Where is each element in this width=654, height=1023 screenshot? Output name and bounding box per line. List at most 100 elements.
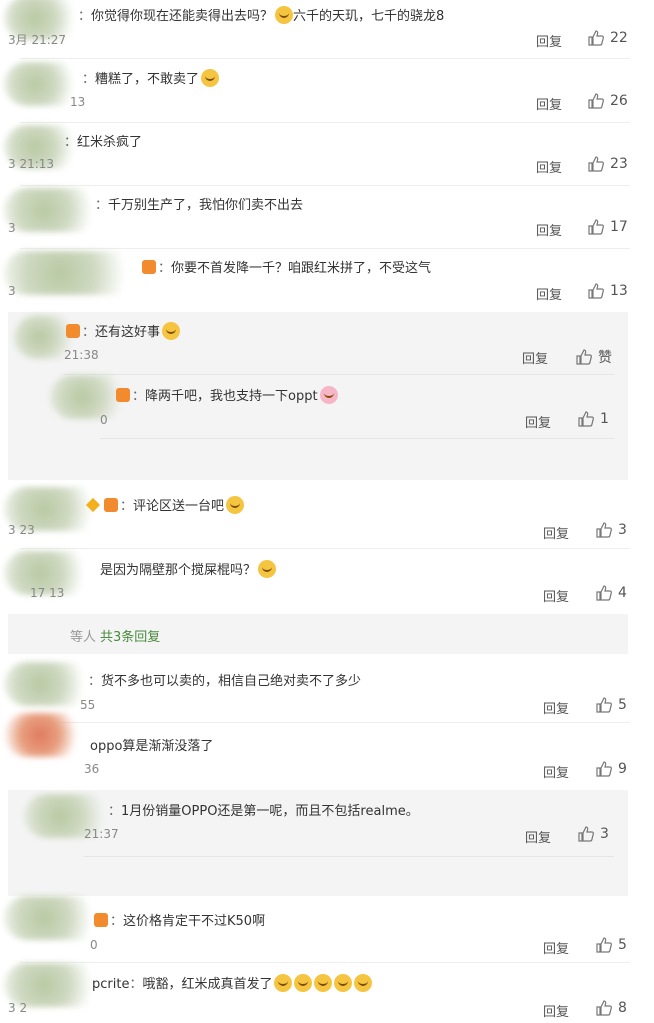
- reply-button[interactable]: 回复: [543, 586, 569, 605]
- thumbs-up-icon: [596, 1000, 612, 1016]
- like-count: 5: [618, 697, 627, 713]
- vip-badge-icon: [66, 324, 80, 338]
- reply-button[interactable]: 回复: [522, 348, 548, 367]
- emoji-face-icon: [294, 974, 313, 992]
- comment-item: 是因为隔壁那个搅屎棍吗？ 17 13 回复 4: [0, 549, 654, 611]
- emoji-face-icon: [274, 974, 293, 992]
- reply-button[interactable]: 回复: [543, 698, 569, 717]
- comment-item: ：评论区送一台吧 3 23 回复 3: [0, 485, 654, 547]
- timestamp: 3: [8, 221, 16, 235]
- like-button[interactable]: 26: [588, 93, 628, 109]
- emoji-face-icon: [314, 974, 333, 992]
- like-button[interactable]: 9: [596, 761, 627, 777]
- like-button[interactable]: 3: [596, 522, 627, 538]
- divider: [84, 856, 614, 857]
- reply-button[interactable]: 回复: [536, 220, 562, 239]
- emoji-face-icon: [319, 386, 338, 404]
- reply-button[interactable]: 回复: [536, 31, 562, 50]
- comment-item: ：你要不首发降一千？咱跟红米拼了，不受这气 3 回复 13: [0, 249, 654, 312]
- timestamp: 55: [80, 698, 96, 712]
- comment-text: 是因为隔壁那个搅屎棍吗？: [100, 559, 277, 578]
- like-count: 8: [618, 1000, 627, 1016]
- timestamp: 0: [90, 938, 98, 952]
- like-count: 赞: [598, 350, 612, 366]
- vip-badge-icon: [104, 498, 118, 512]
- comment-item: ：你觉得你现在还能卖得出去吗？ 六千的天玑，七千的骁龙8 3月 21:27 回复 …: [0, 0, 654, 60]
- avatar[interactable]: [4, 713, 84, 757]
- comment-text: oppo算是渐渐没落了: [90, 739, 214, 754]
- comment-text: ：降两千吧，我也支持一下oppt: [114, 385, 338, 404]
- reply-button[interactable]: 回复: [543, 762, 569, 781]
- comment-text: ：货不多也可以卖的，相信自己绝对卖不了多少: [88, 674, 362, 689]
- timestamp: 3月 21:27: [8, 33, 67, 47]
- comment-text: ：这价格肯定干不过K50啊: [92, 910, 265, 929]
- like-button[interactable]: 13: [588, 283, 628, 299]
- comment-text: ：1月份销量OPPO还是第一呢，而且不包括realme。: [108, 804, 419, 819]
- comment-text: ：糟糕了，不敢卖了: [82, 68, 220, 87]
- username[interactable]: pcrite: [92, 977, 129, 992]
- like-button[interactable]: 8: [596, 1000, 627, 1016]
- vip-badge-icon: [142, 260, 156, 274]
- timestamp: 21:37: [84, 827, 119, 841]
- like-button[interactable]: 1: [578, 411, 609, 427]
- emoji-face-icon: [201, 69, 220, 87]
- thumbs-up-icon: [596, 585, 612, 601]
- like-button[interactable]: 5: [596, 937, 627, 953]
- thumbs-up-icon: [578, 826, 594, 842]
- reply-button[interactable]: 回复: [543, 938, 569, 957]
- like-count: 22: [610, 30, 628, 46]
- like-count: 3: [618, 522, 627, 538]
- comment-item: ：这价格肯定干不过K50啊 0 回复 5: [0, 896, 654, 962]
- timestamp: 0: [100, 413, 108, 427]
- like-button[interactable]: 4: [596, 585, 627, 601]
- emoji-face-icon: [334, 974, 353, 992]
- thumbs-up-icon: [596, 522, 612, 538]
- comment-text: ：红米杀疯了: [64, 135, 143, 150]
- like-count: 17: [610, 219, 628, 235]
- thumbs-up-icon: [576, 349, 592, 365]
- emoji-face-icon: [226, 496, 245, 514]
- like-count: 3: [600, 826, 609, 842]
- like-count: 5: [618, 937, 627, 953]
- avatar[interactable]: [4, 896, 104, 940]
- avatar[interactable]: [4, 188, 104, 232]
- comment-text: ：千万别生产了，我怕你们卖不出去: [95, 198, 304, 213]
- like-button[interactable]: 5: [596, 697, 627, 713]
- timestamp: 3: [8, 284, 16, 298]
- reply-button[interactable]: 回复: [525, 412, 551, 431]
- more-replies-prefix: 等人: [70, 630, 97, 645]
- reply-button[interactable]: 回复: [543, 1001, 569, 1020]
- reply-button[interactable]: 回复: [525, 827, 551, 846]
- like-button[interactable]: 22: [588, 30, 628, 46]
- reply-button[interactable]: 回复: [536, 157, 562, 176]
- comment-text: ：还有这好事: [64, 321, 181, 340]
- timestamp: 36: [84, 762, 100, 776]
- emoji-face-icon: [275, 6, 294, 24]
- emoji-face-icon: [258, 560, 277, 578]
- thumbs-up-icon: [578, 411, 594, 427]
- reply-item: ：降两千吧，我也支持一下oppt 0 回复 1: [0, 375, 654, 439]
- timestamp: 3 21:13: [8, 157, 55, 171]
- timestamp: 17 13: [30, 586, 65, 600]
- like-button[interactable]: 17: [588, 219, 628, 235]
- avatar[interactable]: [4, 251, 144, 295]
- comment-item: ：千万别生产了，我怕你们卖不出去 3 回复 17: [0, 186, 654, 249]
- divider: [100, 438, 614, 439]
- reply-button[interactable]: 回复: [543, 523, 569, 542]
- more-replies-link[interactable]: 共3条回复: [100, 626, 160, 645]
- like-button[interactable]: 3: [578, 826, 609, 842]
- emoji-face-icon: [162, 322, 181, 340]
- reply-button[interactable]: 回复: [536, 284, 562, 303]
- timestamp: 13: [70, 95, 86, 109]
- comment-item: pcrite：哦豁，红米成真首发了 3 2 回复 8: [0, 963, 654, 1023]
- comment-item: ：货不多也可以卖的，相信自己绝对卖不了多少 55 回复 5: [0, 660, 654, 722]
- comment-text: ：评论区送一台吧: [85, 495, 245, 514]
- like-button[interactable]: 赞: [576, 347, 612, 367]
- like-count: 13: [610, 283, 628, 299]
- thumbs-up-icon: [596, 697, 612, 713]
- reply-button[interactable]: 回复: [536, 94, 562, 113]
- thumbs-up-icon: [588, 93, 604, 109]
- thumbs-up-icon: [588, 283, 604, 299]
- comment-text: ：你要不首发降一千？咱跟红米拼了，不受这气: [140, 257, 431, 276]
- like-button[interactable]: 23: [588, 156, 628, 172]
